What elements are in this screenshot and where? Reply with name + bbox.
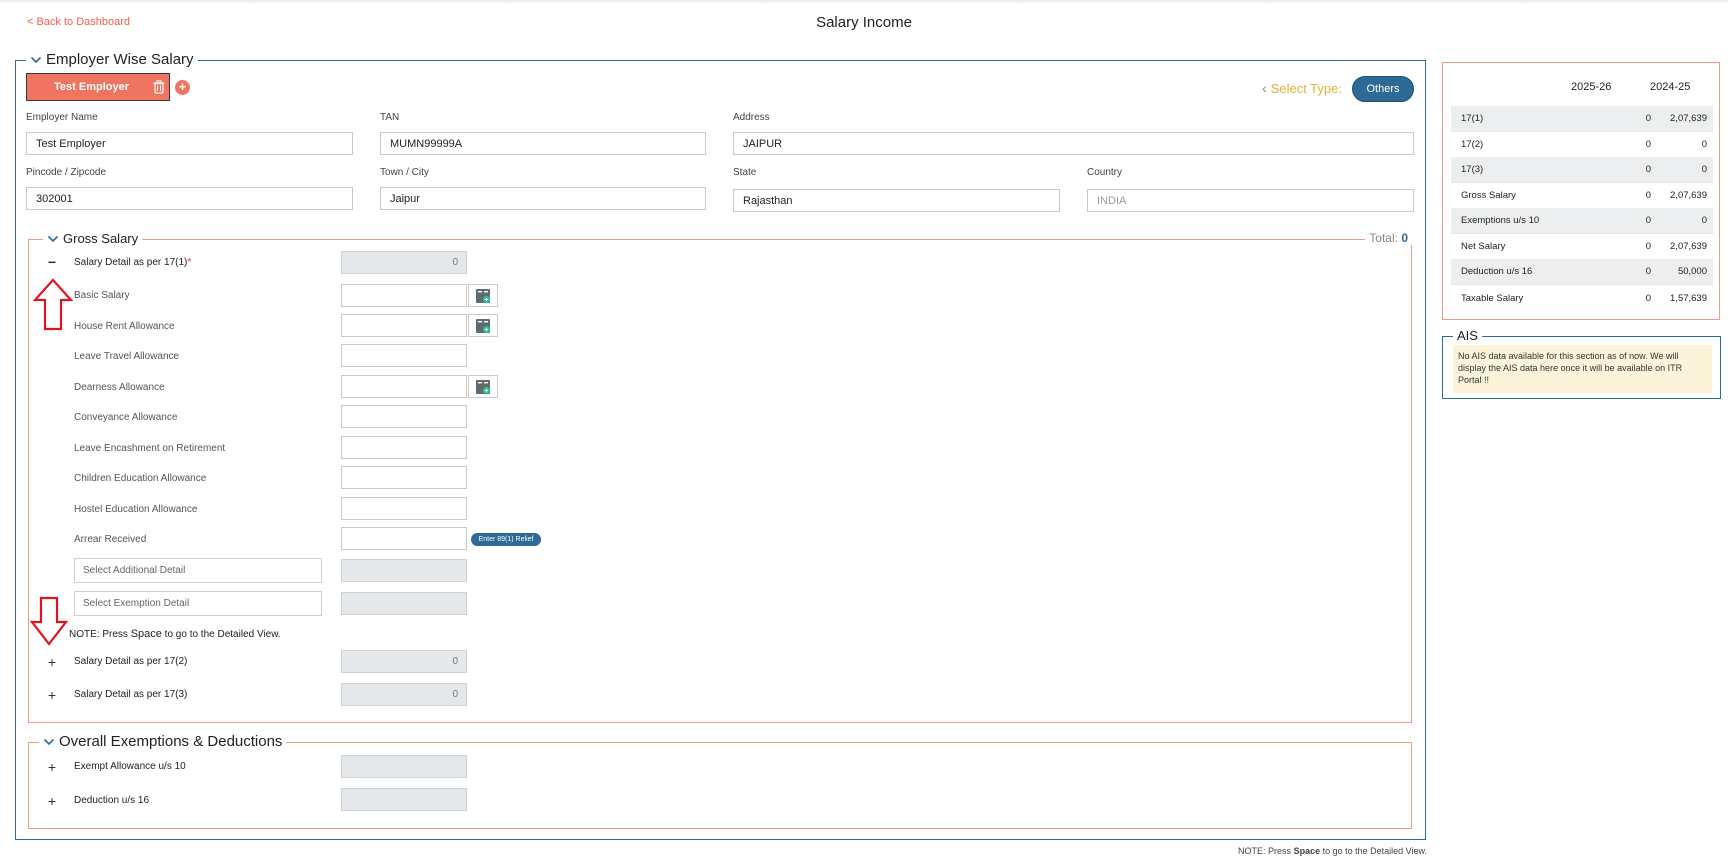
employer-name-label: Employer Name [26, 112, 98, 123]
hra-label: House Rent Allowance [74, 321, 175, 332]
add-employer-icon[interactable]: + [175, 80, 190, 95]
salary-detail-17-3-label: Salary Detail as per 17(3) [74, 689, 188, 700]
total-label: Total: [1369, 231, 1398, 245]
top-shadow [0, 0, 1728, 4]
salary-detail-17-2-label: Salary Detail as per 17(2) [74, 656, 188, 667]
chevron-down-icon [47, 235, 59, 242]
basic-salary-input[interactable] [341, 284, 467, 307]
summary-row: Deduction u/s 16 0 50,000 [1451, 259, 1713, 285]
summary-row: 17(3) 0 0 [1451, 157, 1713, 183]
city-label: Town / City [380, 167, 429, 178]
total-value: 0 [1401, 231, 1408, 245]
employer-tab-label: Test Employer [54, 81, 129, 93]
page-title: Salary Income [816, 14, 912, 31]
expand-icon[interactable]: + [46, 793, 58, 809]
chevron-left-icon: ‹ [1262, 80, 1267, 96]
arrear-received-label: Arrear Received [74, 534, 147, 545]
overall-legend[interactable]: Overall Exemptions & Deductions [39, 733, 287, 750]
gross-salary-legend[interactable]: Gross Salary [43, 231, 143, 246]
conveyance-allowance-label: Conveyance Allowance [74, 412, 178, 423]
deduction-16-label: Deduction u/s 16 [74, 795, 150, 806]
summary-row: Gross Salary 0 2,07,639 [1451, 183, 1713, 209]
country-input: INDIA [1087, 189, 1414, 212]
summary-col-2024-25: 2024-25 [1650, 81, 1691, 93]
lta-label: Leave Travel Allowance [74, 351, 180, 362]
summary-col-2025-26: 2025-26 [1571, 81, 1612, 93]
leave-encashment-label: Leave Encashment on Retirement [74, 443, 226, 454]
children-education-label: Children Education Allowance [74, 473, 207, 484]
ais-message: No AIS data available for this section a… [1453, 345, 1712, 393]
calculator-icon[interactable] [468, 314, 498, 337]
employer-name-input[interactable]: Test Employer [26, 132, 353, 155]
select-exemption-detail[interactable]: Select Exemption Detail [74, 591, 322, 616]
summary-row: Taxable Salary 0 1,57,639 [1461, 292, 1707, 304]
pincode-label: Pincode / Zipcode [26, 167, 107, 178]
salary-detail-17-1-label: Salary Detail as per 17(1)* [74, 257, 192, 268]
salary-detail-17-1-total: 0 [341, 251, 467, 274]
lta-input[interactable] [341, 344, 467, 367]
basic-salary-label: Basic Salary [74, 290, 130, 301]
gross-salary-section: Gross Salary Total: 0 [28, 231, 1412, 723]
overall-exemptions-section: Overall Exemptions & Deductions [28, 733, 1412, 829]
state-label: State [733, 167, 757, 178]
employer-section-title: Employer Wise Salary [46, 51, 194, 68]
gross-total: Total: 0 [1365, 231, 1412, 245]
dearness-allowance-input[interactable] [341, 375, 467, 398]
hostel-education-label: Hostel Education Allowance [74, 504, 198, 515]
arrow-down-annotation-icon [30, 596, 68, 646]
gross-salary-title: Gross Salary [63, 231, 139, 246]
dearness-allowance-label: Dearness Allowance [74, 382, 165, 393]
ais-panel: AIS No AIS data available for this secti… [1442, 328, 1721, 399]
expand-icon[interactable]: + [46, 654, 58, 670]
salary-detail-17-2-total: 0 [341, 650, 467, 673]
employer-tab[interactable]: Test Employer [26, 73, 170, 101]
select-additional-detail[interactable]: Select Additional Detail [74, 558, 322, 583]
summary-row: 17(1) 0 2,07,639 [1451, 106, 1713, 132]
trash-icon[interactable] [153, 80, 165, 94]
arrear-received-input[interactable] [341, 527, 467, 550]
additional-detail-value [341, 559, 467, 582]
address-input[interactable]: JAIPUR [733, 132, 1414, 155]
footer-note: NOTE: Press Space to go to the Detailed … [1238, 846, 1427, 856]
employer-section-legend[interactable]: Employer Wise Salary [26, 51, 198, 68]
summary-row: Net Salary 0 2,07,639 [1451, 234, 1713, 260]
ais-title: AIS [1453, 328, 1482, 343]
calculator-icon[interactable] [468, 375, 498, 398]
tan-label: TAN [380, 112, 400, 123]
pincode-input[interactable]: 302001 [26, 187, 353, 210]
arrow-up-annotation-icon [33, 278, 73, 331]
overall-title: Overall Exemptions & Deductions [59, 733, 283, 750]
deduction-16-value [341, 788, 467, 811]
select-type[interactable]: ‹ Select Type: [1262, 80, 1342, 96]
select-type-others-button[interactable]: Others [1352, 76, 1414, 102]
hostel-education-input[interactable] [341, 497, 467, 520]
expand-icon[interactable]: + [46, 759, 58, 775]
city-input[interactable]: Jaipur [380, 187, 706, 210]
exempt-allowance-label: Exempt Allowance u/s 10 [74, 761, 186, 772]
collapse-icon[interactable]: − [46, 254, 58, 270]
salary-summary-panel: 2025-26 2024-25 17(1) 0 2,07,639 17(2) 0 0 1… [1442, 62, 1720, 320]
exemption-detail-value [341, 592, 467, 615]
exempt-allowance-value [341, 755, 467, 778]
country-label: Country [1087, 167, 1123, 178]
select-type-label: Select Type: [1270, 80, 1342, 96]
expand-icon[interactable]: + [46, 687, 58, 703]
conveyance-allowance-input[interactable] [341, 405, 467, 428]
enter-89-1-relief-button[interactable]: Enter 89(1) Relief [471, 533, 541, 546]
summary-row: Exemptions u/s 10 0 0 [1451, 208, 1713, 234]
summary-row: 17(2) 0 0 [1451, 132, 1713, 158]
tan-input[interactable]: MUMN99999A [380, 132, 706, 155]
calculator-icon[interactable] [468, 284, 498, 307]
leave-encashment-input[interactable] [341, 436, 467, 459]
hra-input[interactable] [341, 314, 467, 337]
state-select[interactable]: Rajasthan [733, 189, 1060, 212]
chevron-down-icon [30, 56, 42, 63]
children-education-input[interactable] [341, 466, 467, 489]
chevron-down-icon [43, 738, 55, 745]
detailed-view-note: NOTE: Press Space to go to the Detailed … [69, 628, 281, 640]
salary-detail-17-3-total: 0 [341, 683, 467, 706]
address-label: Address [733, 112, 770, 123]
